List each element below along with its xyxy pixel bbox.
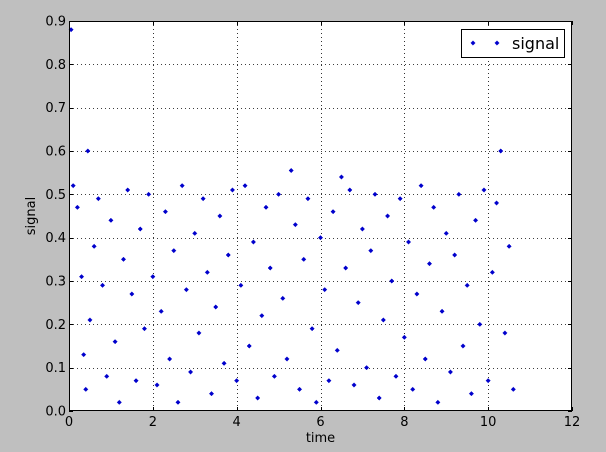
y-tick-label: 0.6 bbox=[45, 145, 66, 160]
x-tick-label: 2 bbox=[149, 415, 157, 430]
y-tick-label: 0.3 bbox=[45, 275, 66, 290]
legend-label: signal bbox=[512, 34, 559, 53]
y-tick-label: 0.9 bbox=[45, 15, 66, 30]
y-tick-label: 0.1 bbox=[45, 361, 66, 376]
x-axis-label: time bbox=[306, 431, 335, 446]
y-tick-label: 0.7 bbox=[45, 101, 66, 116]
x-tick-label: 10 bbox=[480, 415, 497, 430]
x-tick-label: 8 bbox=[400, 415, 408, 430]
x-tick-label: 4 bbox=[233, 415, 241, 430]
legend: signal bbox=[461, 29, 565, 58]
y-tick-label: 0.4 bbox=[45, 231, 66, 246]
y-tick-label: 0.0 bbox=[45, 405, 66, 420]
y-axis-label: signal bbox=[24, 197, 39, 235]
plot-area bbox=[69, 21, 572, 411]
scatter-chart: 0 2 4 6 8 10 120.00.10.20.30.40.50.60.70.80.9 … bbox=[24, 15, 581, 447]
x-tick-label: 6 bbox=[316, 415, 324, 430]
y-tick-label: 0.8 bbox=[45, 58, 66, 73]
y-tick-label: 0.5 bbox=[45, 188, 66, 203]
y-tick-label: 0.2 bbox=[45, 318, 66, 333]
x-tick-label: 12 bbox=[564, 415, 581, 430]
x-tick-label: 0 bbox=[65, 415, 73, 430]
